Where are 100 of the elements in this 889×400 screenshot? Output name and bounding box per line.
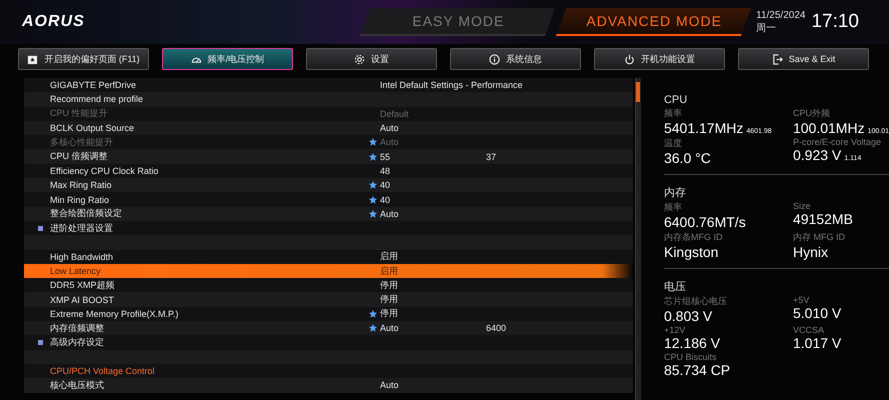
setting-value: Auto	[380, 137, 400, 148]
setting-label: 整合绘图倍频设定	[49, 207, 123, 220]
stat-value: 5.010 V	[792, 305, 842, 321]
setting-label: Efficiency CPU Clock Ratio	[49, 166, 160, 176]
settings-icon	[354, 54, 365, 64]
stat-value: 49152MB	[792, 211, 854, 227]
setting-value: Auto	[380, 123, 400, 134]
stat-label: 温度	[664, 137, 683, 150]
stat-label: 内存 MFG ID	[792, 231, 846, 244]
menu-tab[interactable]: 开机功能设置	[594, 48, 725, 70]
stat-label: 内存条MFG ID	[664, 231, 724, 244]
setting-row[interactable]: Efficiency CPU Clock Ratio 48	[24, 164, 634, 178]
setting-label: DDR5 XMP超频	[49, 278, 116, 292]
setting-value: 48	[380, 166, 392, 176]
setting-label: CPU 性能提升	[49, 107, 109, 120]
setting-label: Min Ring Ratio	[49, 194, 110, 205]
setting-value: Default	[380, 108, 410, 119]
date: 11/25/2024	[756, 10, 806, 20]
time: 17:10	[811, 11, 859, 33]
setting-row[interactable]: Extreme Memory Profile(X.M.P.) 停用	[24, 306, 634, 322]
menu-tab[interactable]: Save & Exit	[738, 48, 869, 70]
stat-label: +5V	[792, 295, 810, 305]
setting-label: Extreme Memory Profile(X.M.P.)	[49, 308, 180, 319]
stat-value: 12.186 V	[664, 335, 722, 351]
stat-value: 36.0 °C	[664, 150, 712, 166]
stat-label: 芯片组核心电压	[664, 295, 728, 308]
stat-label: VCCSA	[792, 325, 825, 335]
exit-icon	[772, 54, 783, 64]
star-icon	[369, 181, 377, 190]
setting-row[interactable]: 整合绘图倍频设定 Auto	[24, 206, 634, 221]
setting-row[interactable]: CPU 倍频调整 55 37	[24, 149, 634, 164]
setting-label: CPU 倍频调整	[49, 150, 109, 164]
setting-row[interactable]: DDR5 XMP超频 停用	[24, 278, 634, 292]
power-icon	[624, 54, 635, 64]
stat-value: Kingston	[664, 244, 720, 260]
current-value: 6400	[486, 323, 508, 334]
setting-value: 40	[380, 180, 392, 190]
setting-row[interactable]: 内存倍频调整 Auto 6400	[24, 321, 634, 336]
setting-label: 核心电压模式	[49, 378, 105, 392]
setting-label: Low Latency	[49, 266, 102, 276]
setting-label: 内存倍频调整	[49, 322, 105, 335]
star-icon	[369, 324, 377, 332]
current-value: 37	[486, 152, 498, 162]
star-icon	[369, 138, 377, 146]
mode-tab[interactable]: ADVANCED MODE	[556, 8, 752, 36]
stat-label: Size	[792, 201, 812, 211]
setting-row[interactable]: XMP AI BOOST 停用	[24, 292, 634, 307]
stat-label: 频率	[664, 107, 683, 120]
selected-row[interactable]: Low Latency 启用	[24, 264, 634, 278]
setting-value: Intel Default Settings - Performance	[380, 80, 523, 90]
setting-label: GIGABYTE PerfDrive	[49, 80, 138, 90]
setting-label: Recommend me profile	[49, 94, 144, 104]
bullet-icon	[38, 340, 43, 345]
menu-tab[interactable]: 系统信息	[450, 48, 581, 70]
setting-label: BCLK Output Source	[49, 123, 136, 134]
setting-value: 启用	[380, 264, 399, 278]
setting-label: High Bandwidth	[49, 252, 114, 262]
star-icon	[369, 310, 377, 318]
setting-value: Auto	[380, 208, 400, 219]
bullet-icon	[38, 226, 43, 231]
setting-row[interactable]: GIGABYTE PerfDrive Intel Default Settings - Performance	[24, 78, 634, 92]
setting-label: 多核心性能提升	[49, 136, 114, 149]
stat-value: 1.017 V	[792, 335, 842, 351]
stat-value: Hynix	[792, 244, 829, 260]
weekday: 周一	[756, 22, 778, 34]
star-icon	[369, 152, 377, 161]
setting-label: XMP AI BOOST	[49, 294, 115, 305]
mode-tab[interactable]: EASY MODE	[360, 8, 556, 36]
stat-value: 0.803 V	[664, 308, 714, 324]
star-icon	[369, 210, 377, 218]
stat-value: 85.734 CP	[664, 362, 732, 378]
setting-value: 40	[380, 194, 392, 205]
menu-tab[interactable]: 频率/电压控制	[162, 48, 293, 70]
setting-label: Max Ring Ratio	[49, 180, 113, 190]
stat-label: 频率	[664, 201, 683, 214]
setting-row[interactable]: Min Ring Ratio 40	[24, 192, 634, 207]
setting-row[interactable]: 核心电压模式 Auto	[24, 378, 634, 393]
setting-row[interactable]: High Bandwidth 启用	[24, 250, 634, 264]
setting-value: Auto	[380, 323, 400, 334]
setting-value: Auto	[380, 380, 400, 390]
setting-value: 停用	[380, 293, 399, 306]
star-image-icon	[27, 54, 38, 64]
setting-value: 55	[380, 152, 392, 162]
star-icon	[369, 196, 377, 204]
setting-row[interactable]: Recommend me profile	[24, 92, 634, 107]
section-heading: CPU/PCH Voltage Control	[49, 366, 156, 376]
setting-row[interactable]: Max Ring Ratio 40	[24, 178, 634, 192]
menu-tab[interactable]: 开启我的偏好页面 (F11)	[18, 48, 149, 70]
setting-value: 停用	[380, 307, 399, 320]
stat-label: CPU Biscuits	[664, 352, 718, 362]
setting-value: 停用	[380, 278, 399, 292]
scrollbar[interactable]	[635, 78, 641, 400]
setting-row[interactable]: BCLK Output Source Auto	[24, 120, 634, 136]
menu-tab[interactable]: 设置	[306, 48, 437, 70]
section-title: 内存	[664, 186, 687, 200]
logo: AORUS	[22, 13, 86, 31]
stat-label: +12V	[664, 325, 686, 335]
section-title: CPU	[664, 94, 688, 106]
stat-label: P-core/E-core Voltage	[792, 137, 882, 147]
info-icon	[489, 54, 500, 64]
